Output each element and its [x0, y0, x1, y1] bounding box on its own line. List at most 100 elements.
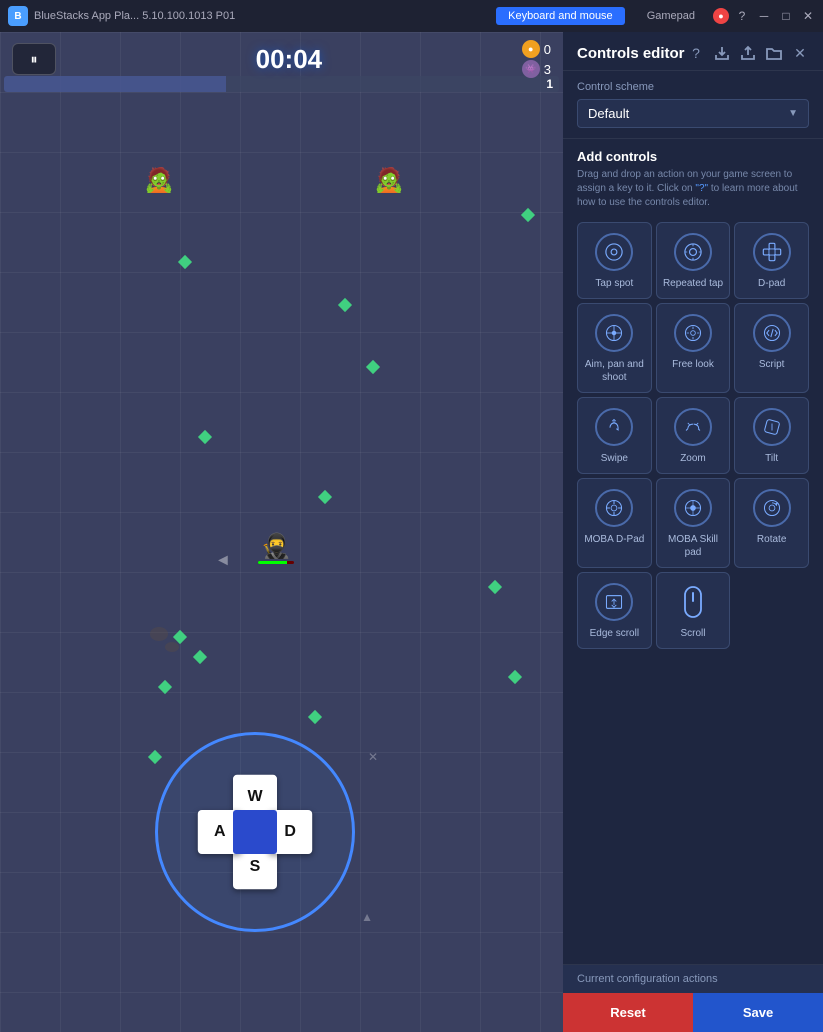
script-label: Script — [759, 358, 785, 371]
reset-button[interactable]: Reset — [563, 993, 693, 1032]
swipe-icon — [595, 408, 633, 446]
control-scroll[interactable]: Scroll — [656, 572, 731, 649]
dpad-overlay[interactable]: W S A D — [155, 732, 355, 932]
control-edge-scroll[interactable]: Edge scroll — [577, 572, 652, 649]
dpad-label: D-pad — [758, 277, 785, 290]
pause-button[interactable]: ⏸ — [12, 43, 56, 75]
controls-grid: Tap spot Repeated tap D-pad — [577, 222, 809, 649]
app-name: BlueStacks App Pla... 5.10.100.1013 P01 — [34, 10, 490, 22]
add-controls-desc: Drag and drop an action on your game scr… — [577, 168, 809, 210]
scheme-section: Control scheme Default ▼ — [563, 71, 823, 139]
free-look-label: Free look — [672, 358, 714, 371]
rotate-icon — [753, 489, 791, 527]
close-x-marker: ✕ — [368, 750, 378, 764]
bottom-arrow-indicator: ▲ — [361, 910, 373, 924]
help-button[interactable]: ? — [735, 9, 749, 23]
score-panel: ● 0 👾 3 — [522, 40, 551, 78]
control-swipe[interactable]: Swipe — [577, 397, 652, 474]
script-icon — [753, 314, 791, 352]
add-controls-section: Add controls Drag and drop an action on … — [563, 139, 823, 964]
scheme-dropdown[interactable]: Default ▼ — [577, 99, 809, 128]
control-script[interactable]: Script — [734, 303, 809, 393]
moba-skill-pad-label: MOBA Skill pad — [663, 533, 724, 559]
main-content: ⏸ 00:04 ● 0 👾 3 1 🧟 🧟 🥷 — [0, 32, 823, 1032]
smoke-1 — [150, 627, 168, 641]
import-button[interactable] — [713, 44, 731, 62]
control-moba-skill-pad[interactable]: MOBA Skill pad — [656, 478, 731, 568]
gold-icon: ● — [522, 40, 540, 58]
control-rotate[interactable]: Rotate — [734, 478, 809, 568]
panel-header-icons: ? ✕ — [687, 44, 809, 62]
minimize-button[interactable]: ─ — [757, 9, 771, 23]
game-hud: ⏸ 00:04 ● 0 👾 3 — [0, 32, 563, 86]
zombie-1: 🧟 — [145, 162, 173, 198]
repeated-tap-label: Repeated tap — [663, 277, 723, 290]
player: 🥷 — [262, 532, 290, 564]
dpad-center — [233, 810, 277, 854]
edge-scroll-label: Edge scroll — [590, 627, 639, 640]
zombie-2: 🧟 — [375, 162, 403, 198]
scheme-label: Control scheme — [577, 81, 809, 93]
swipe-label: Swipe — [601, 452, 628, 465]
tilt-label: Tilt — [765, 452, 778, 465]
window-controls: ? ─ □ ✕ — [735, 9, 815, 23]
moba-dpad-label: MOBA D-Pad — [584, 533, 644, 546]
tab-keyboard[interactable]: Keyboard and mouse — [496, 7, 625, 25]
current-config-label: Current configuration actions — [563, 965, 823, 993]
close-panel-button[interactable]: ✕ — [791, 44, 809, 62]
control-tap-spot[interactable]: Tap spot — [577, 222, 652, 299]
control-moba-dpad[interactable]: MOBA D-Pad — [577, 478, 652, 568]
arrow-left-indicator: ◄ — [215, 552, 231, 570]
control-tilt[interactable]: Tilt — [734, 397, 809, 474]
panel-title: Controls editor — [577, 45, 685, 62]
zoom-icon — [674, 408, 712, 446]
close-window-button[interactable]: ✕ — [801, 9, 815, 23]
scheme-value: Default — [588, 106, 788, 121]
scroll-icon — [674, 583, 712, 621]
save-button[interactable]: Save — [693, 993, 823, 1032]
brain-score: 👾 3 — [522, 60, 551, 78]
help-panel-button[interactable]: ? — [687, 44, 705, 62]
folder-button[interactable] — [765, 44, 783, 62]
moba-skill-pad-icon — [674, 489, 712, 527]
tab-gamepad[interactable]: Gamepad — [635, 7, 707, 25]
add-controls-title: Add controls — [577, 149, 809, 164]
aim-pan-shoot-label: Aim, pan and shoot — [584, 358, 645, 384]
gamepad-status-badge: ● — [713, 8, 729, 24]
control-zoom[interactable]: Zoom — [656, 397, 731, 474]
control-repeated-tap[interactable]: Repeated tap — [656, 222, 731, 299]
scroll-label: Scroll — [680, 627, 705, 640]
control-dpad[interactable]: D-pad — [734, 222, 809, 299]
control-aim-pan-shoot[interactable]: Aim, pan and shoot — [577, 303, 652, 393]
player-sprite: 🥷 — [261, 532, 291, 561]
panel-header: Controls editor ? ✕ — [563, 32, 823, 71]
tilt-icon — [753, 408, 791, 446]
chevron-down-icon: ▼ — [788, 108, 798, 119]
game-area[interactable]: ⏸ 00:04 ● 0 👾 3 1 🧟 🧟 🥷 — [0, 32, 563, 1032]
maximize-button[interactable]: □ — [779, 9, 793, 23]
control-free-look[interactable]: Free look — [656, 303, 731, 393]
tap-spot-icon — [595, 233, 633, 271]
help-link[interactable]: "?" — [695, 183, 708, 194]
panel-bottom: Current configuration actions Reset Save — [563, 964, 823, 1032]
export-button[interactable] — [739, 44, 757, 62]
app-logo: B — [8, 6, 28, 26]
health-bar — [258, 561, 294, 564]
edge-scroll-icon — [595, 583, 633, 621]
repeated-tap-icon — [674, 233, 712, 271]
dpad-icon — [753, 233, 791, 271]
controls-panel: Controls editor ? ✕ Control scheme — [563, 32, 823, 1032]
tap-spot-label: Tap spot — [595, 277, 633, 290]
moba-dpad-icon — [595, 489, 633, 527]
rotate-label: Rotate — [757, 533, 786, 546]
aim-pan-shoot-icon — [595, 314, 633, 352]
titlebar: B BlueStacks App Pla... 5.10.100.1013 P0… — [0, 0, 823, 32]
action-buttons: Reset Save — [563, 993, 823, 1032]
zoom-label: Zoom — [680, 452, 706, 465]
brain-icon: 👾 — [522, 60, 540, 78]
health-fill — [258, 561, 287, 564]
game-timer: 00:04 — [56, 44, 522, 75]
free-look-icon — [674, 314, 712, 352]
gold-score: ● 0 — [522, 40, 551, 58]
smoke-2 — [165, 642, 179, 652]
